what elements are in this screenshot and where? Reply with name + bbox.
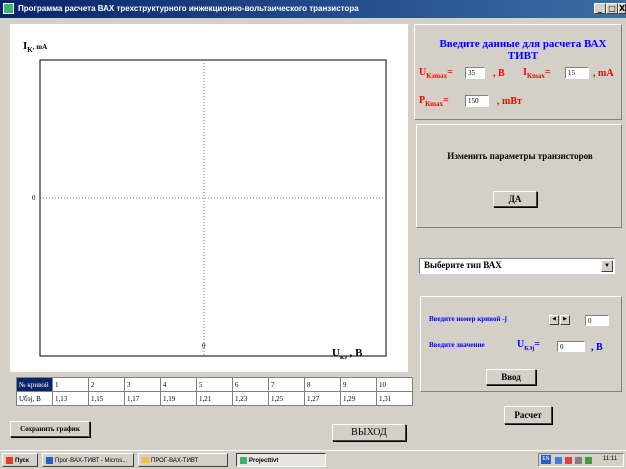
vah-type-select[interactable]: Выберите тип ВАХ ▼: [419, 258, 615, 274]
table-cell[interactable]: 7: [268, 377, 305, 392]
table-row: № кривой 1 2 3 4 5 6 7 8 9 10: [16, 377, 413, 392]
u-bej-unit: , В: [591, 342, 603, 353]
table-cell[interactable]: 1,25: [268, 391, 305, 406]
table-cell[interactable]: 2: [88, 377, 125, 392]
save-graph-button[interactable]: Сохранить график: [10, 421, 90, 437]
start-button[interactable]: Пуск: [2, 453, 38, 467]
plot-area: IK, mA 0 0 Uкэ , В: [10, 24, 408, 372]
table-cell[interactable]: 9: [340, 377, 377, 392]
params-panel: Введите данные для расчета ВАХ ТИВТ UКэm…: [414, 24, 622, 120]
table-cell[interactable]: 1,21: [196, 391, 233, 406]
curve-spinner[interactable]: ◀ ▶: [549, 315, 571, 325]
minimize-button[interactable]: _: [594, 3, 606, 14]
i-kmax-input[interactable]: 15: [565, 67, 589, 79]
network-icon[interactable]: [555, 457, 562, 464]
change-params-label: Изменить параметры транзисторов: [447, 151, 593, 161]
taskbar: Пуск Прог-ВАХ-ТИВТ - Micros... ПРОГ-ВАХ-…: [0, 450, 626, 469]
table-cell[interactable]: 1,31: [376, 391, 413, 406]
table-cell[interactable]: 1,29: [340, 391, 377, 406]
maximize-button[interactable]: □: [606, 3, 618, 14]
y-zero-label: 0: [32, 194, 36, 202]
x-axis-label: Uкэ , В: [332, 347, 363, 362]
folder-icon: [142, 457, 149, 464]
system-tray: 11:11: [538, 453, 624, 467]
curves-table: № кривой 1 2 3 4 5 6 7 8 9 10 Uбэj, В 1,…: [16, 377, 413, 406]
change-params-panel: Изменить параметры транзисторов ДА: [416, 124, 622, 228]
arrow-right-icon[interactable]: ▶: [560, 315, 570, 325]
window-title: Программа расчета ВАХ трехструктурного и…: [18, 4, 359, 13]
value-label: Введите значение: [429, 341, 485, 349]
x-zero-label: 0: [202, 342, 206, 350]
table-cell[interactable]: 1,19: [160, 391, 197, 406]
clock: 11:11: [603, 456, 618, 462]
plot-canvas: [39, 59, 387, 357]
title-bar: Программа расчета ВАХ трехструктурного и…: [0, 0, 626, 18]
curve-input-panel: Введите номер кривой -j ◀ ▶ 0 Введите зн…: [420, 296, 622, 392]
curve-number-input[interactable]: 0: [585, 315, 609, 326]
u-bej-input[interactable]: 0: [557, 341, 585, 352]
table-row: Uбэj, В 1,13 1,15 1,17 1,19 1,21 1,23 1,…: [16, 391, 413, 406]
table-cell[interactable]: 4: [160, 377, 197, 392]
taskbar-item-folder[interactable]: ПРОГ-ВАХ-ТИВТ: [138, 453, 228, 467]
exit-button[interactable]: ВЫХОД: [332, 424, 406, 441]
p-kmax-input[interactable]: 150: [465, 95, 489, 107]
taskbar-item-word[interactable]: Прог-ВАХ-ТИВТ - Micros...: [42, 453, 134, 467]
close-button[interactable]: X: [618, 3, 626, 14]
calc-button[interactable]: Расчет: [504, 406, 552, 424]
table-cell[interactable]: 3: [124, 377, 161, 392]
u-kmax-label: UКэmax=: [419, 67, 453, 80]
params-heading: Введите данные для расчета ВАХ ТИВТ: [439, 38, 607, 62]
antivirus-icon[interactable]: [565, 457, 572, 464]
table-cell[interactable]: 1,27: [304, 391, 341, 406]
table-cell[interactable]: 1,23: [232, 391, 269, 406]
app-icon: [240, 456, 247, 464]
arrow-left-icon[interactable]: ◀: [549, 315, 559, 325]
yes-button[interactable]: ДА: [493, 191, 537, 207]
table-cell[interactable]: 10: [376, 377, 413, 392]
taskbar-item-project[interactable]: Projecttivt: [236, 453, 326, 467]
u-kmax-unit: , В: [493, 68, 505, 79]
i-kmax-label: IКmax=: [523, 67, 551, 80]
table-cell[interactable]: 6: [232, 377, 269, 392]
u-bej-label: UБЭj=: [517, 339, 540, 352]
table-header-cell: Uбэj, В: [16, 391, 53, 406]
windows-icon: [6, 456, 13, 464]
table-cell[interactable]: 1: [52, 377, 89, 392]
table-cell[interactable]: 1,15: [88, 391, 125, 406]
vah-type-value: Выберите тип ВАХ: [424, 260, 502, 270]
p-kmax-unit: , mВт: [497, 96, 522, 107]
table-header-cell: № кривой: [16, 377, 53, 392]
p-kmax-label: PКmax=: [419, 95, 449, 108]
i-kmax-unit: , mA: [593, 68, 614, 79]
table-cell[interactable]: 1,17: [124, 391, 161, 406]
chevron-down-icon[interactable]: ▼: [601, 260, 613, 272]
volume-icon[interactable]: [585, 457, 592, 464]
tray-app-icon[interactable]: [575, 457, 582, 464]
table-cell[interactable]: 1,13: [52, 391, 89, 406]
word-icon: [46, 456, 53, 464]
u-kmax-input[interactable]: 35: [465, 67, 485, 79]
enter-button[interactable]: Ввод: [486, 369, 536, 385]
app-icon: [3, 3, 14, 14]
curve-number-label: Введите номер кривой -j: [429, 315, 507, 323]
table-cell[interactable]: 8: [304, 377, 341, 392]
table-cell[interactable]: 5: [196, 377, 233, 392]
